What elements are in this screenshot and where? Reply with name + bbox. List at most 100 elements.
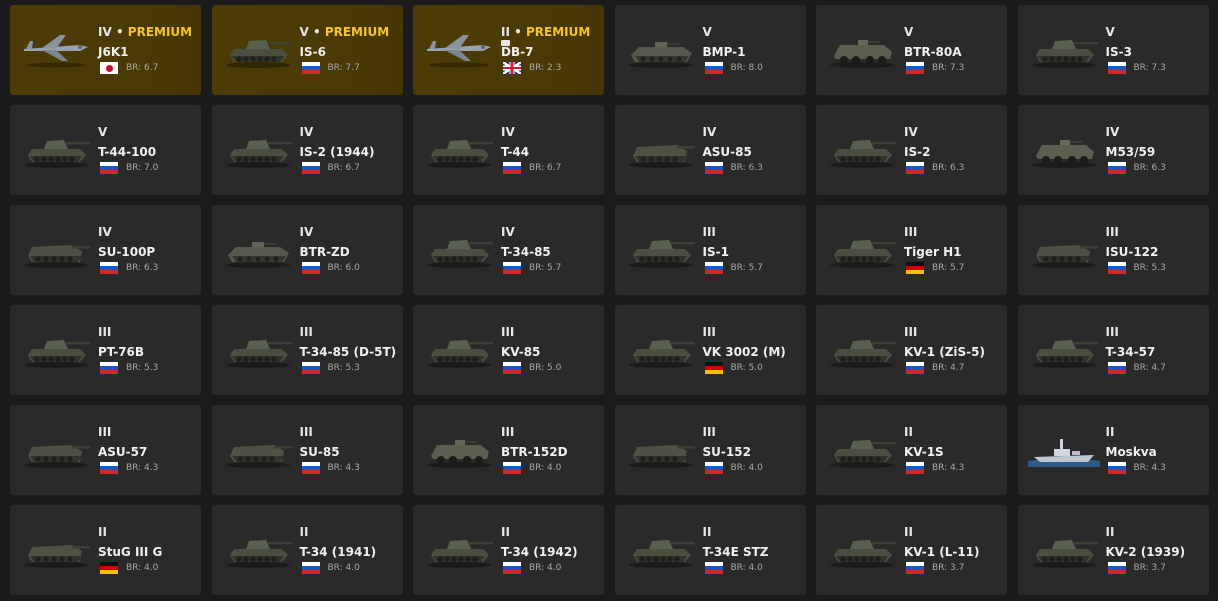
vehicle-rank: III (98, 424, 197, 440)
vehicle-card[interactable]: II • PREMIUM DB-7 BR: 2.3 (413, 5, 604, 95)
vehicle-grid: IV • PREMIUM J6K1 BR: 6.7 V • PREMIUM IS-6 BR… (0, 0, 1218, 601)
vehicle-card[interactable]: II T-34 (1942) BR: 4.0 (413, 505, 604, 595)
rank-numeral: IV (299, 125, 314, 139)
vehicle-card[interactable]: III PT-76B BR: 5.3 (10, 305, 201, 395)
vehicle-card[interactable]: III IS-1 BR: 5.7 (614, 205, 806, 295)
vehicle-card[interactable]: II Moskva BR: 4.3 (1017, 405, 1209, 495)
vehicle-thumbnail (222, 525, 294, 571)
vehicle-card[interactable]: III SU-152 BR: 4.0 (614, 405, 806, 495)
vehicle-card[interactable]: IV • PREMIUM J6K1 BR: 6.7 (10, 5, 201, 95)
ussr-flag-icon (906, 362, 924, 374)
vehicle-card[interactable]: V BTR-80A BR: 7.3 (816, 5, 1007, 95)
battle-rating: BR: 4.3 (932, 463, 965, 473)
vehicle-thumbnail (1028, 125, 1100, 171)
battle-rating: BR: 5.3 (126, 363, 159, 373)
vehicle-name: Tiger H1 (904, 245, 962, 259)
vehicle-card[interactable]: IV IS-2 (1944) BR: 6.7 (211, 105, 403, 195)
vehicle-card[interactable]: III T-34-57 BR: 4.7 (1017, 305, 1209, 395)
vehicle-thumbnail (423, 425, 495, 471)
vehicle-thumbnail (1027, 425, 1100, 471)
vehicle-rank: II (1106, 524, 1205, 540)
vehicle-rank: IV • PREMIUM (98, 25, 193, 39)
vehicle-thumbnail (826, 325, 898, 371)
vehicle-rank: III (1106, 224, 1205, 240)
premium-label: PREMIUM (324, 25, 390, 39)
vehicle-name: IS-6 (299, 45, 326, 59)
vehicle-card[interactable]: II KV-1S BR: 4.3 (816, 405, 1007, 495)
vehicle-card[interactable]: V IS-3 BR: 7.3 (1017, 5, 1209, 95)
vehicle-thumbnail (423, 525, 495, 571)
vehicle-card[interactable]: V BMP-1 BR: 8.0 (614, 5, 806, 95)
ussr-flag-icon (503, 562, 521, 574)
ussr-flag-icon (503, 462, 521, 474)
vehicle-card[interactable]: III KV-85 BR: 5.0 (413, 305, 604, 395)
vehicle-card[interactable]: II T-34 (1941) BR: 4.0 (211, 505, 403, 595)
vehicle-name: KV-1 (ZiS-5) (904, 345, 985, 359)
vehicle-card[interactable]: IV T-34-85 BR: 5.7 (413, 205, 604, 295)
vehicle-card[interactable]: II KV-2 (1939) BR: 3.7 (1017, 505, 1209, 595)
vehicle-card[interactable]: V T-44-100 BR: 7.0 (10, 105, 201, 195)
ussr-flag-icon (301, 362, 320, 374)
vehicle-rank: V (1106, 24, 1205, 40)
vehicle-name: T-44 (501, 145, 530, 159)
vehicle-rank: III (300, 324, 399, 340)
vehicle-name: T-34 (1941) (299, 545, 377, 559)
vehicle-name: DB-7 (501, 45, 534, 59)
vehicle-rank: III (501, 424, 600, 440)
vehicle-rank: IV (300, 224, 399, 240)
vehicle-card[interactable]: V • PREMIUM IS-6 BR: 7.7 (211, 5, 403, 95)
vehicle-card[interactable]: III KV-1 (ZiS-5) BR: 4.7 (816, 305, 1007, 395)
vehicle-thumbnail (222, 125, 294, 171)
vehicle-rank: V • PREMIUM (299, 25, 390, 39)
rank-numeral: V (1105, 25, 1115, 39)
vehicle-thumbnail (423, 125, 495, 171)
battle-rating: BR: 4.7 (1133, 363, 1166, 373)
vehicle-card[interactable]: IV ASU-85 BR: 6.3 (614, 105, 806, 195)
vehicle-card[interactable]: III T-34-85 (D-5T) BR: 5.3 (211, 305, 403, 395)
vehicle-rank: III (703, 224, 802, 240)
rank-numeral: III (501, 425, 515, 439)
vehicle-rank: II (300, 524, 399, 540)
vehicle-card[interactable]: III ISU-122 BR: 5.3 (1017, 205, 1209, 295)
vehicle-thumbnail (20, 525, 92, 571)
vehicle-card[interactable]: III ASU-57 BR: 4.3 (10, 405, 201, 495)
vehicle-name: T-34-85 (501, 245, 551, 259)
vehicle-name: ASU-57 (98, 445, 148, 459)
vehicle-card[interactable]: II KV-1 (L-11) BR: 3.7 (816, 505, 1007, 595)
vehicle-card[interactable]: IV BTR-ZD BR: 6.0 (211, 205, 403, 295)
battle-rating: BR: 6.3 (1133, 163, 1166, 173)
ussr-flag-icon (100, 262, 118, 274)
vehicle-card[interactable]: IV IS-2 BR: 6.3 (816, 105, 1007, 195)
vehicle-thumbnail (826, 125, 898, 171)
ussr-flag-icon (301, 62, 320, 74)
vehicle-card[interactable]: IV M53/59 BR: 6.3 (1017, 105, 1209, 195)
vehicle-name: IS-1 (702, 245, 729, 259)
vehicle-card[interactable]: III SU-85 BR: 4.3 (211, 405, 403, 495)
vehicle-card[interactable]: II StuG III G BR: 4.0 (10, 505, 201, 595)
battle-rating: BR: 6.0 (327, 263, 360, 273)
vehicle-thumbnail (1028, 225, 1100, 271)
vehicle-card[interactable]: III VK 3002 (M) BR: 5.0 (614, 305, 806, 395)
vehicle-rank: II (1106, 424, 1205, 440)
vehicle-card[interactable]: III Tiger H1 BR: 5.7 (816, 205, 1007, 295)
ussr-flag-icon (906, 462, 924, 474)
battle-rating: BR: 2.3 (529, 63, 562, 73)
vehicle-name: VK 3002 (M) (702, 345, 786, 359)
vehicle-rank: II (904, 424, 1003, 440)
vehicle-card[interactable]: IV T-44 BR: 6.7 (413, 105, 604, 195)
battle-rating: BR: 5.0 (730, 363, 763, 373)
vehicle-card[interactable]: III BTR-152D BR: 4.0 (413, 405, 604, 495)
battle-rating: BR: 5.7 (529, 263, 562, 273)
battle-rating: BR: 6.3 (730, 163, 763, 173)
vehicle-name: M53/59 (1105, 145, 1156, 159)
vehicle-card[interactable]: IV SU-100P BR: 6.3 (10, 205, 201, 295)
rank-numeral: II (501, 25, 510, 39)
battle-rating: BR: 6.7 (529, 163, 562, 173)
vehicle-rank: II • PREMIUM (501, 25, 591, 39)
rank-numeral: IV (299, 225, 314, 239)
battle-rating: BR: 3.7 (1133, 563, 1166, 573)
rank-numeral: III (702, 425, 716, 439)
vehicle-card[interactable]: II T-34E STZ BR: 4.0 (614, 505, 806, 595)
ussr-flag-icon (301, 262, 320, 274)
rank-numeral: II (98, 525, 107, 539)
